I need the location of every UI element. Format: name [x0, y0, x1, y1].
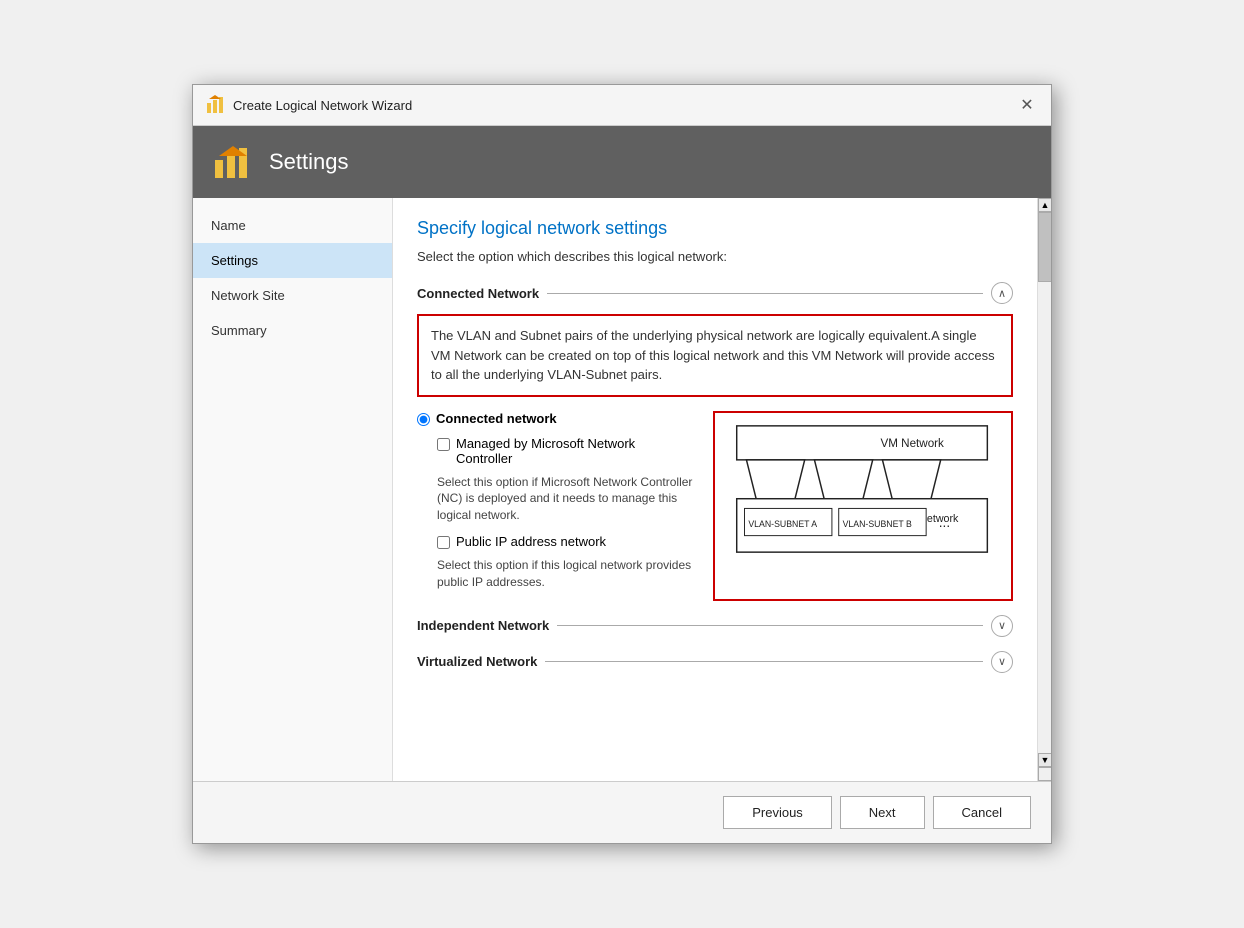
section-divider-independent: [557, 625, 983, 626]
radio-group: Connected network Managed by Microsoft N…: [417, 411, 1013, 601]
managed-by-nc-description: Select this option if Microsoft Network …: [437, 474, 693, 524]
sidebar: Name Settings Network Site Summary: [193, 198, 393, 781]
previous-button[interactable]: Previous: [723, 796, 832, 829]
connected-network-section: Connected Network ∧ The VLAN and Subnet …: [417, 282, 1013, 601]
connected-network-radio: Connected network: [417, 411, 693, 426]
dialog-title: Create Logical Network Wizard: [233, 98, 412, 113]
wizard-dialog: Create Logical Network Wizard ✕ Settings…: [192, 84, 1052, 844]
sidebar-item-name[interactable]: Name: [193, 208, 392, 243]
cancel-button[interactable]: Cancel: [933, 796, 1031, 829]
next-button[interactable]: Next: [840, 796, 925, 829]
connected-network-radio-input[interactable]: [417, 413, 430, 426]
connected-network-radio-label: Connected network: [436, 411, 557, 426]
radio-options: Connected network Managed by Microsoft N…: [417, 411, 693, 601]
title-bar: Create Logical Network Wizard ✕: [193, 85, 1051, 126]
managed-by-nc-checkbox[interactable]: [437, 438, 450, 451]
managed-by-nc-label: Managed by Microsoft Network Controller: [456, 436, 693, 466]
section-header-independent: Independent Network ∨: [417, 615, 1013, 637]
wizard-icon: [205, 95, 225, 115]
section-divider-virtualized: [545, 661, 983, 662]
scroll-up-button[interactable]: ▲: [1038, 198, 1051, 212]
public-ip-description: Select this option if this logical netwo…: [437, 557, 693, 591]
title-bar-left: Create Logical Network Wizard: [205, 95, 412, 115]
scroll-corner: [1038, 767, 1051, 781]
public-ip-row: Public IP address network: [437, 534, 693, 549]
section-header-connected: Connected Network ∧: [417, 282, 1013, 304]
svg-text:...: ...: [939, 514, 950, 529]
svg-text:VM Network: VM Network: [880, 437, 944, 450]
header-band: Settings: [193, 126, 1051, 198]
virtualized-network-title: Virtualized Network: [417, 654, 537, 669]
content-area: Name Settings Network Site Summary Speci…: [193, 198, 1051, 781]
page-title: Specify logical network settings: [417, 218, 1013, 239]
svg-text:VLAN-SUBNET B: VLAN-SUBNET B: [843, 518, 912, 528]
footer-bar: Previous Next Cancel: [193, 781, 1051, 843]
close-button[interactable]: ✕: [1015, 93, 1039, 117]
virtualized-network-section: Virtualized Network ∨: [417, 651, 1013, 673]
sidebar-item-network-site[interactable]: Network Site: [193, 278, 392, 313]
independent-network-title: Independent Network: [417, 618, 549, 633]
connected-network-title: Connected Network: [417, 286, 539, 301]
section-divider-connected: [547, 293, 983, 294]
independent-network-section: Independent Network ∨: [417, 615, 1013, 637]
public-ip-label: Public IP address network: [456, 534, 606, 549]
main-content: Specify logical network settings Select …: [393, 198, 1037, 781]
sidebar-item-summary[interactable]: Summary: [193, 313, 392, 348]
svg-text:VLAN-SUBNET A: VLAN-SUBNET A: [748, 518, 817, 528]
section-header-virtualized: Virtualized Network ∨: [417, 651, 1013, 673]
header-title: Settings: [269, 149, 349, 175]
public-ip-checkbox[interactable]: [437, 536, 450, 549]
sidebar-item-settings[interactable]: Settings: [193, 243, 392, 278]
connected-network-description: The VLAN and Subnet pairs of the underly…: [417, 314, 1013, 397]
header-icon: [213, 142, 253, 182]
independent-network-toggle[interactable]: ∨: [991, 615, 1013, 637]
scrollbar[interactable]: ▲ ▼: [1037, 198, 1051, 781]
scroll-thumb[interactable]: [1038, 212, 1051, 282]
virtualized-network-toggle[interactable]: ∨: [991, 651, 1013, 673]
network-diagram: VM Network Logical Network: [713, 411, 1013, 601]
diagram-svg: VM Network Logical Network: [723, 421, 1003, 591]
page-subtitle: Select the option which describes this l…: [417, 249, 1013, 264]
managed-by-nc-row: Managed by Microsoft Network Controller: [437, 436, 693, 466]
connected-network-toggle[interactable]: ∧: [991, 282, 1013, 304]
scroll-down-button[interactable]: ▼: [1038, 753, 1051, 767]
